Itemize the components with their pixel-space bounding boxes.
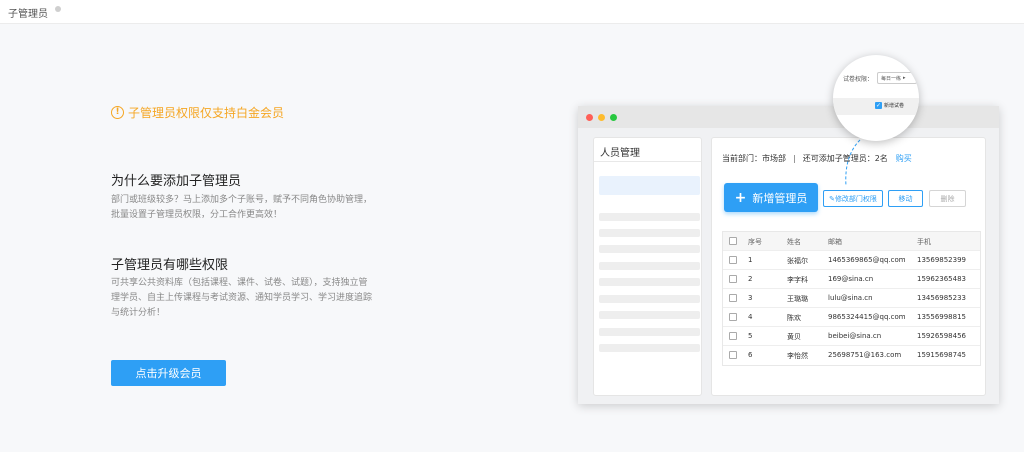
sidebar-item-placeholder[interactable] — [599, 278, 700, 286]
table-row[interactable]: 6 李怡然 25698751@163.com 15915698745 — [723, 346, 980, 365]
header-index: 序号 — [748, 238, 762, 246]
row-phone: 15915698745 — [917, 351, 966, 359]
sidebar-item-placeholder[interactable] — [599, 328, 700, 336]
row-phone: 15962365483 — [917, 275, 966, 283]
top-bar: 子管理员 — [0, 0, 1024, 24]
table-row[interactable]: 5 黄贝 beibei@sina.cn 15926598456 — [723, 327, 980, 346]
sidebar-item-placeholder[interactable] — [599, 245, 700, 253]
exam-permission-label: 试卷权限： — [843, 75, 874, 83]
row-phone: 13569852399 — [917, 256, 966, 264]
current-department: 当前部门：市场部 — [722, 154, 786, 163]
magnifier-connector — [845, 139, 861, 187]
row-email: 169@sina.cn — [828, 275, 874, 283]
membership-notice: ! 子管理员权限仅支持白金会员 — [111, 104, 284, 121]
row-email: beibei@sina.cn — [828, 332, 882, 340]
exam-permission-select[interactable]: 每日一练 ▸ — [877, 72, 918, 84]
edit-permission-label: 修改部门权限 — [834, 194, 877, 203]
buy-link[interactable]: 购买 — [896, 153, 912, 164]
tab-dot-icon — [55, 6, 61, 12]
header-phone: 手机 — [917, 238, 931, 246]
sidebar-item-placeholder[interactable] — [599, 344, 700, 352]
row-name: 张福尔 — [787, 257, 808, 265]
row-name: 李怡然 — [787, 352, 808, 360]
row-index: 2 — [748, 275, 753, 283]
admin-table: 序号 姓名 邮箱 手机 1 张福尔 1465369865@qq.com 1356… — [722, 231, 981, 366]
maximize-dot-icon — [610, 114, 617, 121]
row-checkbox[interactable] — [729, 351, 737, 359]
delete-button[interactable]: 删除 — [929, 190, 966, 207]
chevron-down-icon: ▸ — [903, 75, 906, 81]
plus-icon: + — [734, 189, 747, 206]
warning-circle-icon: ! — [111, 106, 124, 119]
row-name: 黄贝 — [787, 333, 801, 341]
row-email: 1465369865@qq.com — [828, 256, 906, 264]
add-exam-checkbox-row[interactable]: ✓ 新增试卷 — [875, 102, 904, 109]
window-body: 人员管理 当前部门：市场部 | 还可添加子管理员：2名 购买 + 新增管理员 ✎… — [578, 128, 999, 404]
row-email: lulu@sina.cn — [828, 294, 873, 302]
row-checkbox[interactable] — [729, 256, 737, 264]
exam-permission-row: 试卷权限： 每日一练 ▸ — [843, 72, 918, 84]
window-titlebar — [578, 106, 999, 128]
checkmark-icon[interactable]: ✓ — [875, 102, 882, 109]
sidebar-title: 人员管理 — [594, 138, 701, 162]
header-email: 邮箱 — [828, 238, 842, 246]
row-checkbox[interactable] — [729, 313, 737, 321]
row-email: 25698751@163.com — [828, 351, 902, 359]
table-row[interactable]: 4 陈欢 9865324415@qq.com 13556998815 — [723, 308, 980, 327]
sidebar-item-placeholder[interactable] — [599, 295, 700, 303]
page-tab-title[interactable]: 子管理员 — [8, 5, 48, 20]
header-name: 姓名 — [787, 238, 801, 246]
table-row[interactable]: 1 张福尔 1465369865@qq.com 13569852399 — [723, 251, 980, 270]
sidebar-item-placeholder[interactable] — [599, 311, 700, 319]
row-index: 4 — [748, 313, 753, 321]
permissions-description: 可共享公共资料库（包括课程、课件、试卷、试题），支持独立管理学员、自主上传课程与… — [111, 278, 373, 318]
department-info: 当前部门：市场部 | 还可添加子管理员：2名 购买 — [722, 153, 912, 164]
table-row[interactable]: 3 王璐璐 lulu@sina.cn 13456985233 — [723, 289, 980, 308]
row-email: 9865324415@qq.com — [828, 313, 906, 321]
minimize-dot-icon — [598, 114, 605, 121]
why-description: 部门或班级较多？马上添加多个子账号，赋予不同角色协助管理，批量设置子管理员权限，… — [111, 195, 373, 220]
row-phone: 15926598456 — [917, 332, 966, 340]
separator: | — [793, 154, 796, 163]
sidebar-item-placeholder[interactable] — [599, 262, 700, 270]
sidebar-item-placeholder[interactable] — [599, 229, 700, 237]
sidebar-item-placeholder[interactable] — [599, 213, 700, 221]
table-header-row: 序号 姓名 邮箱 手机 — [723, 232, 980, 251]
row-index: 5 — [748, 332, 753, 340]
notice-text: 子管理员权限仅支持白金会员 — [128, 106, 285, 120]
row-checkbox[interactable] — [729, 294, 737, 302]
edit-department-permission-button[interactable]: ✎ 修改部门权限 — [823, 190, 883, 207]
add-admin-label: 新增管理员 — [752, 191, 808, 205]
move-button[interactable]: 移动 — [888, 190, 923, 207]
why-heading: 为什么要添加子管理员 — [111, 174, 242, 189]
table-row[interactable]: 2 李字科 169@sina.cn 15962365483 — [723, 270, 980, 289]
sidebar-item-selected[interactable] — [599, 176, 700, 195]
row-index: 6 — [748, 351, 753, 359]
row-index: 1 — [748, 256, 753, 264]
row-phone: 13556998815 — [917, 313, 966, 321]
exam-permission-value: 每日一练 — [881, 75, 902, 82]
add-admin-button[interactable]: + 新增管理员 — [724, 183, 818, 212]
row-index: 3 — [748, 294, 753, 302]
upgrade-membership-button[interactable]: 点击升级会员 — [111, 360, 226, 386]
row-checkbox[interactable] — [729, 332, 737, 340]
row-name: 李字科 — [787, 276, 808, 284]
close-dot-icon — [586, 114, 593, 121]
permissions-heading: 子管理员有哪些权限 — [111, 258, 229, 273]
magnifier-callout: 试卷权限： 每日一练 ▸ ✓ 新增试卷 — [833, 55, 919, 141]
select-all-checkbox[interactable] — [729, 237, 737, 245]
row-phone: 13456985233 — [917, 294, 966, 302]
row-checkbox[interactable] — [729, 275, 737, 283]
personnel-sidebar: 人员管理 — [593, 137, 702, 396]
add-exam-label: 新增试卷 — [884, 103, 905, 109]
preview-window: 人员管理 当前部门：市场部 | 还可添加子管理员：2名 购买 + 新增管理员 ✎… — [578, 106, 999, 404]
row-name: 王璐璐 — [787, 295, 808, 303]
row-name: 陈欢 — [787, 314, 801, 322]
